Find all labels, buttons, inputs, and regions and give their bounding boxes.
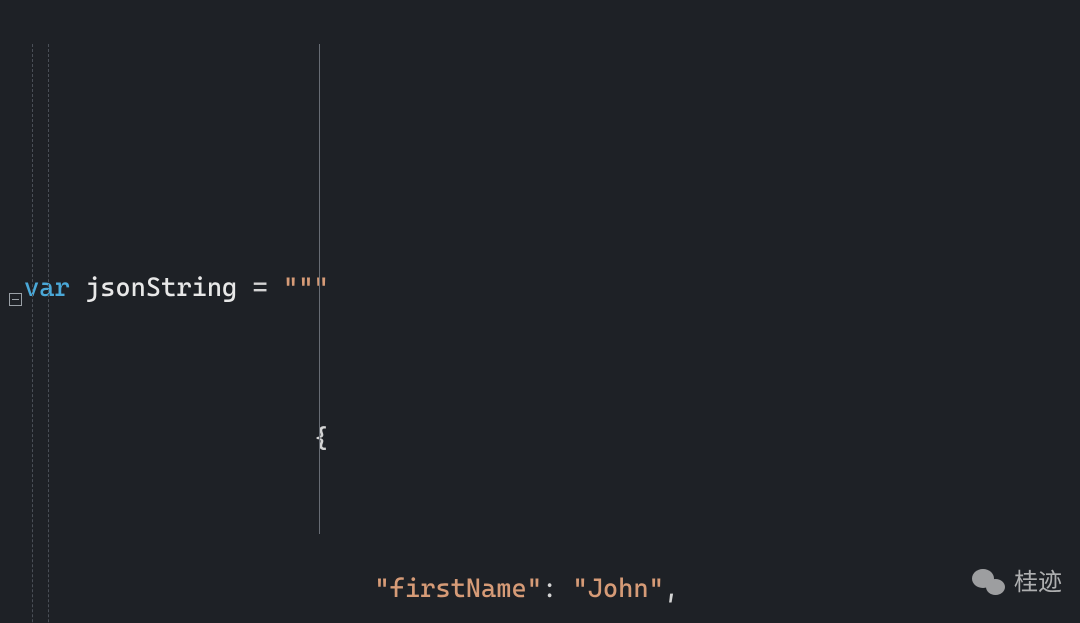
colon: : <box>542 574 557 604</box>
string-alignment-guide <box>319 44 320 534</box>
comma: , <box>664 574 679 604</box>
keyword-var: var <box>24 273 70 303</box>
indent-guide <box>48 44 49 623</box>
wechat-icon <box>972 569 1008 599</box>
json-key: "firstName" <box>374 574 542 604</box>
watermark-text: 桂迹 <box>1014 566 1062 601</box>
code-line[interactable]: var jsonString = """ <box>0 270 1080 308</box>
indent-guide <box>32 44 33 623</box>
code-line[interactable]: "firstName": "John", <box>0 571 1080 609</box>
fold-toggle[interactable] <box>0 270 24 308</box>
json-value: "John" <box>572 574 663 604</box>
watermark-badge: 桂迹 <box>972 566 1062 601</box>
code-line[interactable]: { <box>0 421 1080 459</box>
minus-box-icon <box>9 293 22 306</box>
string-open-triple-quote: """ <box>283 273 329 303</box>
variable-name: jsonString <box>85 273 237 303</box>
code-editor[interactable]: var jsonString = """ { "firstName": "Joh… <box>0 0 1080 623</box>
operator-equals: = <box>253 273 268 303</box>
brace-open: { <box>313 424 328 454</box>
